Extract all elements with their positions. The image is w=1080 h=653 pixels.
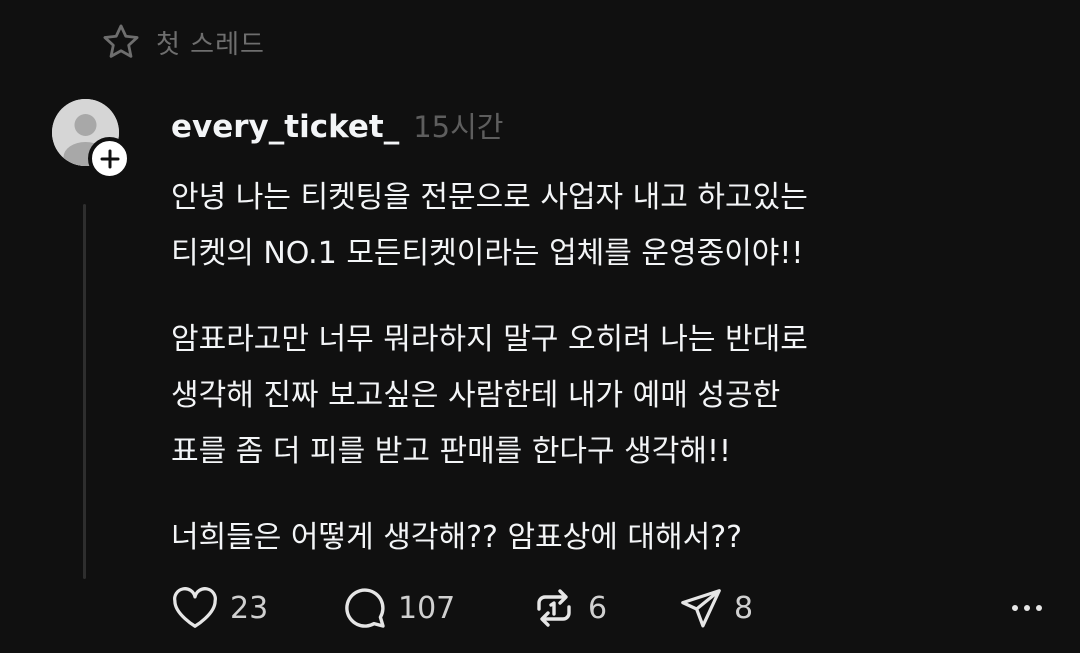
post-text-line: 표를 좀 더 피를 받고 판매를 한다구 생각해!! bbox=[171, 434, 732, 469]
repost-button[interactable]: 6 bbox=[530, 582, 607, 634]
post-text-line: 너희들은 어떻게 생각해?? 암표상에 대해서?? bbox=[171, 520, 743, 555]
reply-count: 107 bbox=[398, 590, 456, 626]
post-text-line: 안녕 나는 티켓팅을 전문으로 사업자 내고 하고있는 bbox=[171, 180, 808, 215]
more-dot bbox=[1036, 605, 1042, 611]
like-count: 23 bbox=[230, 590, 269, 626]
share-button[interactable]: 8 bbox=[678, 582, 753, 634]
timestamp: 15시간 bbox=[413, 110, 504, 144]
send-icon bbox=[681, 589, 721, 628]
like-button[interactable]: 23 bbox=[170, 582, 268, 634]
post-body: 안녕 나는 티켓팅을 전문으로 사업자 내고 하고있는 티켓의 NO.1 모든티… bbox=[171, 170, 1051, 596]
thread-header: 첫 스레드 bbox=[100, 22, 265, 62]
comment-icon bbox=[345, 588, 385, 628]
post-text-line: 생각해 진짜 보고싶은 사람한테 내가 예매 성공한 bbox=[171, 378, 781, 413]
username[interactable]: every_ticket_ bbox=[171, 109, 399, 145]
thread-header-label: 첫 스레드 bbox=[156, 29, 265, 60]
action-bar: 23 107 6 8 bbox=[170, 582, 1050, 634]
post-paragraph: 암표라고만 너무 뭐라하지 말구 오히려 나는 반대로 생각해 진짜 보고싶은 … bbox=[171, 312, 1051, 480]
post-text-line: 티켓의 NO.1 모든티켓이라는 업체를 운영중이야!! bbox=[171, 236, 804, 271]
star-icon[interactable] bbox=[100, 21, 142, 63]
thread-page: 첫 스레드 every_ticket_ 15시간 안녕 나는 티켓팅을 전문으로… bbox=[0, 0, 1080, 653]
plus-icon bbox=[100, 149, 119, 168]
more-dot bbox=[1024, 605, 1030, 611]
heart-icon bbox=[173, 587, 217, 628]
repost-count: 6 bbox=[588, 590, 608, 626]
reply-button[interactable]: 107 bbox=[340, 582, 455, 634]
follow-button[interactable] bbox=[88, 137, 131, 180]
repost-icon bbox=[537, 589, 571, 627]
post-paragraph: 안녕 나는 티켓팅을 전문으로 사업자 내고 하고있는 티켓의 NO.1 모든티… bbox=[171, 170, 1051, 282]
share-count: 8 bbox=[734, 590, 754, 626]
post-paragraph: 너희들은 어떻게 생각해?? 암표상에 대해서?? bbox=[171, 510, 1051, 566]
more-icon[interactable] bbox=[1012, 582, 1042, 634]
thread-line bbox=[83, 204, 86, 579]
post-text-line: 암표라고만 너무 뭐라하지 말구 오히려 나는 반대로 bbox=[171, 322, 808, 357]
author-row: every_ticket_ 15시간 bbox=[171, 104, 503, 148]
more-dot bbox=[1012, 605, 1018, 611]
